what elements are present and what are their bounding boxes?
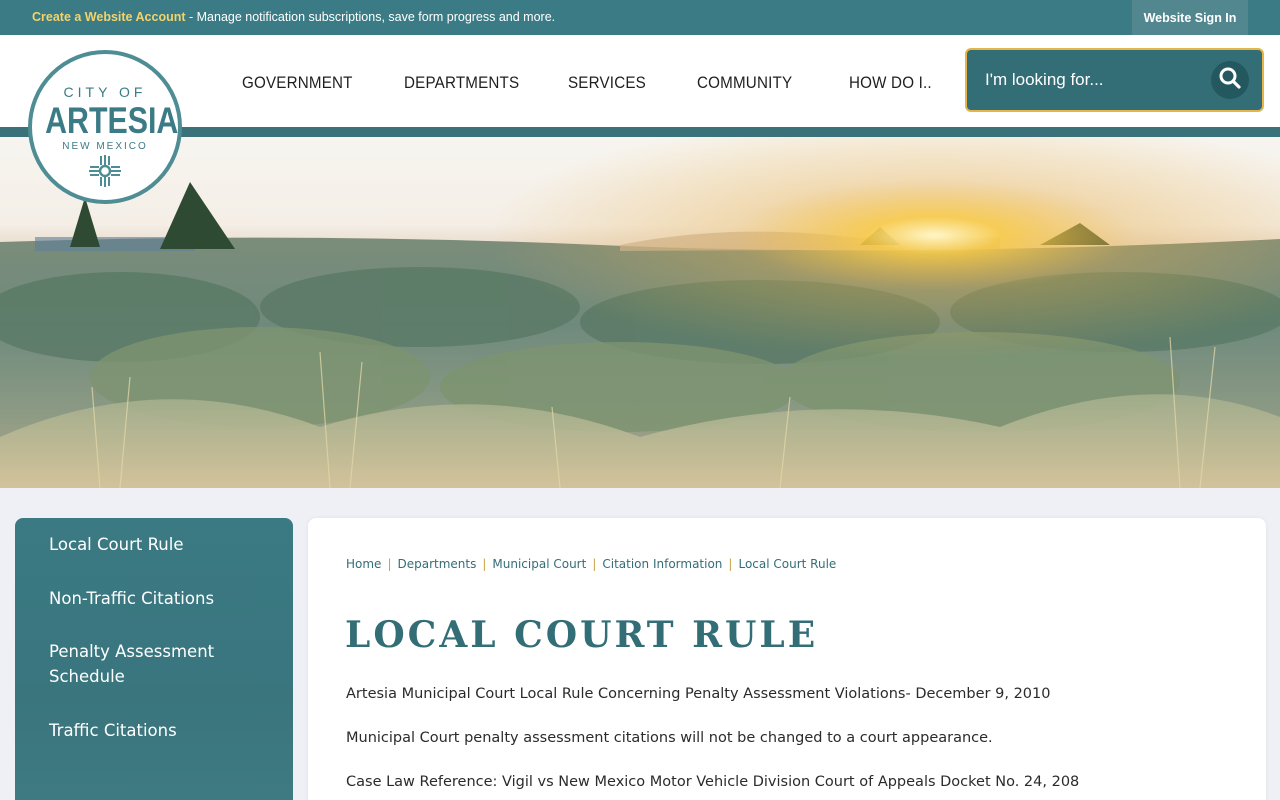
nav-community[interactable]: COMMUNITY: [697, 74, 792, 93]
nav-how-do-i[interactable]: HOW DO I..: [849, 74, 932, 93]
side-navigation: Local Court Rule Non-Traffic Citations P…: [15, 518, 293, 800]
sidenav-non-traffic-citations[interactable]: Non-Traffic Citations: [49, 586, 279, 611]
nav-government[interactable]: GOVERNMENT: [242, 74, 353, 93]
breadcrumb: Home | Departments | Municipal Court | Citatio…: [346, 557, 836, 571]
nav-departments[interactable]: DEPARTMENTS: [404, 74, 519, 93]
logo-city-of: CITY OF: [63, 84, 147, 100]
breadcrumb-local-court-rule[interactable]: Local Court Rule: [738, 557, 836, 571]
breadcrumb-citation-information[interactable]: Citation Information: [602, 557, 722, 571]
account-message-text: - Manage notification subscriptions, sav…: [185, 10, 556, 24]
city-logo[interactable]: CITY OF ARTESIA NEW MEXICO: [28, 50, 182, 204]
breadcrumb-separator: |: [728, 557, 733, 571]
breadcrumb-municipal-court[interactable]: Municipal Court: [492, 557, 586, 571]
logo-state: NEW MEXICO: [62, 141, 148, 152]
breadcrumb-separator: |: [592, 557, 597, 571]
logo-city-name: ARTESIA: [45, 100, 179, 141]
breadcrumb-home[interactable]: Home: [346, 557, 381, 571]
breadcrumb-separator: |: [387, 557, 392, 571]
breadcrumb-departments[interactable]: Departments: [397, 557, 476, 571]
header-stripe: [0, 127, 1280, 137]
zia-sun-icon: [88, 154, 122, 192]
content-paragraph: Municipal Court penalty assessment citat…: [346, 730, 993, 746]
search-button[interactable]: [1211, 61, 1249, 99]
search-input[interactable]: [985, 66, 1195, 94]
breadcrumb-separator: |: [482, 557, 487, 571]
top-utility-bar: Create a Website Account - Manage notifi…: [0, 0, 1280, 35]
search-icon: [1218, 66, 1242, 94]
main-content: Home | Departments | Municipal Court | Citatio…: [308, 518, 1266, 800]
content-paragraph: Artesia Municipal Court Local Rule Conce…: [346, 686, 1051, 702]
nav-services[interactable]: SERVICES: [568, 74, 646, 93]
sidenav-traffic-citations[interactable]: Traffic Citations: [49, 718, 279, 743]
content-paragraph: Case Law Reference: Vigil vs New Mexico …: [346, 774, 1080, 790]
account-message: Create a Website Account - Manage notifi…: [32, 10, 555, 24]
website-sign-in-button[interactable]: Website Sign In: [1132, 0, 1248, 35]
site-search: [965, 48, 1264, 112]
hero-banner-image: [0, 137, 1280, 488]
sidenav-local-court-rule[interactable]: Local Court Rule: [49, 532, 279, 557]
create-account-link[interactable]: Create a Website Account: [32, 10, 186, 24]
sidenav-penalty-assessment-schedule[interactable]: Penalty Assessment Schedule: [49, 639, 279, 689]
page-title: LOCAL COURT RULE: [345, 614, 819, 656]
